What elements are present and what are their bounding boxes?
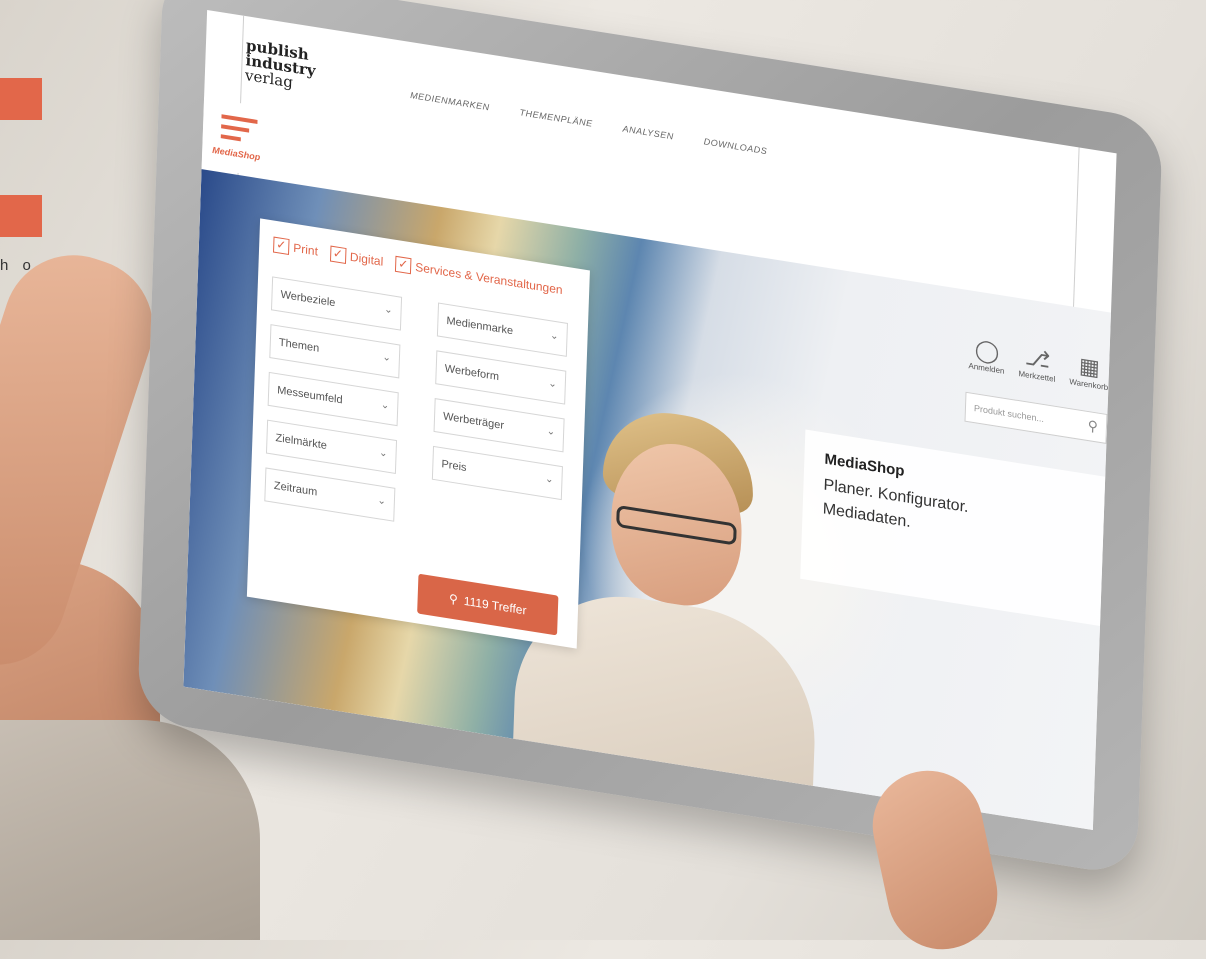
login-button[interactable]: ◯ Anmelden	[968, 335, 1005, 376]
dropdown-medienmarke[interactable]: Medienmarke ⌄	[436, 302, 568, 357]
basket-icon: ▦	[1078, 352, 1101, 381]
chevron-down-icon: ⌄	[383, 304, 393, 317]
dropdown-werbeform[interactable]: Werbeform ⌄	[435, 350, 567, 405]
mediashop-menu-button[interactable]: MediaShop	[201, 97, 291, 181]
dropdown-werbetraeger[interactable]: Werbeträger ⌄	[433, 398, 565, 453]
check-digital[interactable]: ✓ Digital	[329, 245, 384, 269]
user-icon: ◯	[974, 336, 1000, 365]
search-icon[interactable]: ⚲	[1087, 417, 1098, 436]
accent-block-mid	[0, 195, 42, 237]
dropdown-zielmaerkte[interactable]: Zielmärkte ⌄	[265, 419, 398, 474]
chevron-down-icon: ⌄	[378, 447, 388, 460]
chevron-down-icon: ⌄	[548, 377, 557, 391]
check-icon: ✓	[273, 236, 290, 256]
check-icon: ✓	[329, 245, 347, 264]
tablet-screen: publish industry verlag MEDIENMARKEN THE…	[183, 9, 1117, 831]
results-button[interactable]: ⚲ 1119 Treffer	[417, 573, 559, 636]
cart-button[interactable]: ▦ Warenkorb	[1069, 351, 1109, 393]
dropdown-messeumfeld[interactable]: Messeumfeld ⌄	[267, 371, 399, 427]
chevron-down-icon: ⌄	[546, 425, 556, 439]
accent-block-top	[0, 78, 42, 120]
nav-item-analysen[interactable]: ANALYSEN	[622, 124, 674, 142]
chevron-down-icon: ⌄	[549, 330, 559, 343]
menu-icon	[221, 114, 258, 124]
nav-item-medienmarken[interactable]: MEDIENMARKEN	[410, 90, 490, 112]
bookmark-icon: ⎇	[1024, 344, 1051, 373]
menu-icon-bar-2	[221, 124, 250, 133]
filter-panel: ✓ Print ✓ Digital ✓ Services & Veranstaltun…	[246, 218, 590, 649]
dropdown-werbeziele[interactable]: Werbeziele ⌄	[270, 276, 403, 331]
search-placeholder: Produkt suchen...	[973, 403, 1045, 425]
bookmark-button[interactable]: ⎇ Merkzettel	[1018, 343, 1056, 384]
check-icon: ✓	[394, 255, 412, 275]
tablet-device: publish industry verlag MEDIENMARKEN THE…	[137, 0, 1163, 877]
main-nav: MEDIENMARKEN THEMENPLÄNE ANALYSEN DOWNLO…	[410, 90, 767, 156]
check-print[interactable]: ✓ Print	[273, 236, 318, 260]
check-services[interactable]: ✓ Services & Veranstaltungen	[394, 255, 563, 298]
nav-item-themenplaene[interactable]: THEMENPLÄNE	[519, 107, 592, 128]
chevron-down-icon: ⌄	[382, 351, 392, 365]
dropdown-preis[interactable]: Preis ⌄	[431, 445, 563, 501]
chevron-down-icon: ⌄	[377, 495, 387, 508]
search-icon: ⚲	[448, 591, 459, 607]
mediashop-label: MediaShop	[212, 144, 261, 163]
sleeve	[0, 720, 260, 940]
dropdown-themen[interactable]: Themen ⌄	[269, 324, 401, 379]
chevron-down-icon: ⌄	[380, 399, 390, 412]
chevron-down-icon: ⌄	[544, 473, 554, 486]
results-label: 1119 Treffer	[463, 593, 527, 618]
nav-item-downloads[interactable]: DOWNLOADS	[704, 136, 768, 156]
dropdown-zeitraum[interactable]: Zeitraum ⌄	[264, 467, 396, 522]
promo-title: MediaShop	[824, 450, 905, 481]
menu-icon-bar-3	[220, 134, 241, 142]
brand-logo[interactable]: publish industry verlag	[245, 36, 317, 94]
